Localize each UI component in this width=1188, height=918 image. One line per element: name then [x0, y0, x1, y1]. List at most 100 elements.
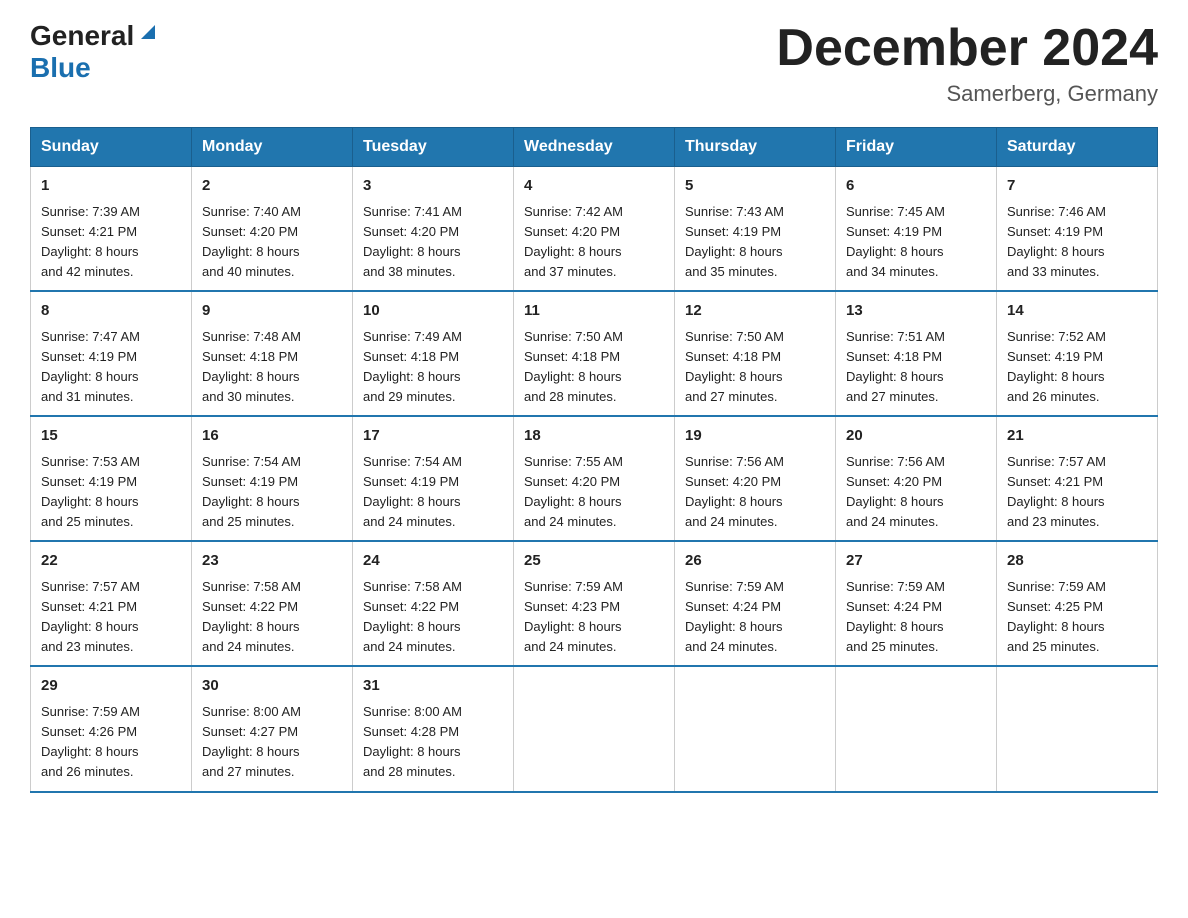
day-info: Sunrise: 7:50 AMSunset: 4:18 PMDaylight:… [685, 327, 825, 408]
calendar-cell: 18 Sunrise: 7:55 AMSunset: 4:20 PMDayligh… [514, 416, 675, 541]
day-info: Sunrise: 7:58 AMSunset: 4:22 PMDaylight:… [202, 577, 342, 658]
day-info: Sunrise: 7:49 AMSunset: 4:18 PMDaylight:… [363, 327, 503, 408]
day-info: Sunrise: 7:59 AMSunset: 4:26 PMDaylight:… [41, 702, 181, 783]
day-number: 10 [363, 300, 503, 323]
calendar-week-1: 1 Sunrise: 7:39 AMSunset: 4:21 PMDaylight… [31, 167, 1158, 292]
calendar-cell [997, 666, 1158, 791]
day-info: Sunrise: 7:56 AMSunset: 4:20 PMDaylight:… [846, 452, 986, 533]
day-number: 5 [685, 175, 825, 198]
day-number: 31 [363, 675, 503, 698]
day-number: 14 [1007, 300, 1147, 323]
day-info: Sunrise: 7:40 AMSunset: 4:20 PMDaylight:… [202, 202, 342, 283]
day-number: 20 [846, 425, 986, 448]
page-header: General Blue December 2024 Samerberg, Ge… [30, 20, 1158, 107]
day-number: 23 [202, 550, 342, 573]
day-number: 30 [202, 675, 342, 698]
day-number: 24 [363, 550, 503, 573]
day-info: Sunrise: 7:55 AMSunset: 4:20 PMDaylight:… [524, 452, 664, 533]
day-info: Sunrise: 7:45 AMSunset: 4:19 PMDaylight:… [846, 202, 986, 283]
calendar-cell: 22Sunrise: 7:57 AMSunset: 4:21 PMDayligh… [31, 541, 192, 666]
weekday-header-thursday: Thursday [675, 128, 836, 167]
calendar-cell: 24 Sunrise: 7:58 AMSunset: 4:22 PMDayligh… [353, 541, 514, 666]
weekday-header-friday: Friday [836, 128, 997, 167]
day-info: Sunrise: 7:59 AMSunset: 4:23 PMDaylight:… [524, 577, 664, 658]
day-number: 13 [846, 300, 986, 323]
day-number: 28 [1007, 550, 1147, 573]
weekday-header-wednesday: Wednesday [514, 128, 675, 167]
logo-blue-text: Blue [30, 52, 91, 84]
day-info: Sunrise: 7:54 AMSunset: 4:19 PMDaylight:… [202, 452, 342, 533]
day-number: 18 [524, 425, 664, 448]
calendar-cell: 14 Sunrise: 7:52 AMSunset: 4:19 PMDayligh… [997, 291, 1158, 416]
day-number: 3 [363, 175, 503, 198]
day-number: 21 [1007, 425, 1147, 448]
calendar-week-2: 8 Sunrise: 7:47 AMSunset: 4:19 PMDaylight… [31, 291, 1158, 416]
day-info: Sunrise: 7:39 AMSunset: 4:21 PMDaylight:… [41, 202, 181, 283]
calendar-body: 1 Sunrise: 7:39 AMSunset: 4:21 PMDaylight… [31, 167, 1158, 792]
logo-general-text: General [30, 20, 134, 52]
calendar-cell: 10 Sunrise: 7:49 AMSunset: 4:18 PMDayligh… [353, 291, 514, 416]
calendar-table: SundayMondayTuesdayWednesdayThursdayFrid… [30, 127, 1158, 792]
day-info: Sunrise: 7:46 AMSunset: 4:19 PMDaylight:… [1007, 202, 1147, 283]
day-number: 7 [1007, 175, 1147, 198]
day-info: Sunrise: 7:58 AMSunset: 4:22 PMDaylight:… [363, 577, 503, 658]
day-info: Sunrise: 7:50 AMSunset: 4:18 PMDaylight:… [524, 327, 664, 408]
day-info: Sunrise: 7:51 AMSunset: 4:18 PMDaylight:… [846, 327, 986, 408]
calendar-cell: 21 Sunrise: 7:57 AMSunset: 4:21 PMDayligh… [997, 416, 1158, 541]
calendar-cell: 26Sunrise: 7:59 AMSunset: 4:24 PMDayligh… [675, 541, 836, 666]
day-number: 4 [524, 175, 664, 198]
logo-line1: General [30, 20, 159, 52]
day-info: Sunrise: 7:52 AMSunset: 4:19 PMDaylight:… [1007, 327, 1147, 408]
calendar-header: SundayMondayTuesdayWednesdayThursdayFrid… [31, 128, 1158, 167]
day-info: Sunrise: 7:57 AMSunset: 4:21 PMDaylight:… [1007, 452, 1147, 533]
day-number: 26 [685, 550, 825, 573]
day-info: Sunrise: 7:48 AMSunset: 4:18 PMDaylight:… [202, 327, 342, 408]
calendar-cell: 25 Sunrise: 7:59 AMSunset: 4:23 PMDayligh… [514, 541, 675, 666]
calendar-cell: 27 Sunrise: 7:59 AMSunset: 4:24 PMDayligh… [836, 541, 997, 666]
calendar-cell: 30 Sunrise: 8:00 AMSunset: 4:27 PMDayligh… [192, 666, 353, 791]
day-number: 1 [41, 175, 181, 198]
calendar-cell: 4 Sunrise: 7:42 AMSunset: 4:20 PMDaylight… [514, 167, 675, 292]
logo-arrow-icon [137, 21, 159, 48]
calendar-cell: 16Sunrise: 7:54 AMSunset: 4:19 PMDayligh… [192, 416, 353, 541]
calendar-cell: 23 Sunrise: 7:58 AMSunset: 4:22 PMDayligh… [192, 541, 353, 666]
day-number: 15 [41, 425, 181, 448]
day-number: 17 [363, 425, 503, 448]
day-number: 6 [846, 175, 986, 198]
day-number: 22 [41, 550, 181, 573]
day-number: 25 [524, 550, 664, 573]
weekday-header-row: SundayMondayTuesdayWednesdayThursdayFrid… [31, 128, 1158, 167]
calendar-cell: 11 Sunrise: 7:50 AMSunset: 4:18 PMDayligh… [514, 291, 675, 416]
day-info: Sunrise: 7:43 AMSunset: 4:19 PMDaylight:… [685, 202, 825, 283]
calendar-cell: 1 Sunrise: 7:39 AMSunset: 4:21 PMDaylight… [31, 167, 192, 292]
day-number: 12 [685, 300, 825, 323]
calendar-cell [675, 666, 836, 791]
calendar-week-3: 15Sunrise: 7:53 AMSunset: 4:19 PMDayligh… [31, 416, 1158, 541]
calendar-cell: 19Sunrise: 7:56 AMSunset: 4:20 PMDayligh… [675, 416, 836, 541]
day-number: 9 [202, 300, 342, 323]
day-number: 2 [202, 175, 342, 198]
calendar-cell: 7 Sunrise: 7:46 AMSunset: 4:19 PMDaylight… [997, 167, 1158, 292]
calendar-cell: 3Sunrise: 7:41 AMSunset: 4:20 PMDaylight… [353, 167, 514, 292]
day-number: 11 [524, 300, 664, 323]
day-number: 8 [41, 300, 181, 323]
day-info: Sunrise: 8:00 AMSunset: 4:27 PMDaylight:… [202, 702, 342, 783]
calendar-cell: 12 Sunrise: 7:50 AMSunset: 4:18 PMDayligh… [675, 291, 836, 416]
day-number: 29 [41, 675, 181, 698]
day-info: Sunrise: 7:47 AMSunset: 4:19 PMDaylight:… [41, 327, 181, 408]
weekday-header-sunday: Sunday [31, 128, 192, 167]
day-info: Sunrise: 7:59 AMSunset: 4:24 PMDaylight:… [846, 577, 986, 658]
logo: General Blue [30, 20, 159, 84]
calendar-week-5: 29 Sunrise: 7:59 AMSunset: 4:26 PMDayligh… [31, 666, 1158, 791]
calendar-cell: 31 Sunrise: 8:00 AMSunset: 4:28 PMDayligh… [353, 666, 514, 791]
day-number: 27 [846, 550, 986, 573]
day-info: Sunrise: 8:00 AMSunset: 4:28 PMDaylight:… [363, 702, 503, 783]
day-info: Sunrise: 7:56 AMSunset: 4:20 PMDaylight:… [685, 452, 825, 533]
calendar-cell [514, 666, 675, 791]
weekday-header-monday: Monday [192, 128, 353, 167]
weekday-header-tuesday: Tuesday [353, 128, 514, 167]
calendar-cell: 20 Sunrise: 7:56 AMSunset: 4:20 PMDayligh… [836, 416, 997, 541]
calendar-cell [836, 666, 997, 791]
day-info: Sunrise: 7:42 AMSunset: 4:20 PMDaylight:… [524, 202, 664, 283]
calendar-week-4: 22Sunrise: 7:57 AMSunset: 4:21 PMDayligh… [31, 541, 1158, 666]
